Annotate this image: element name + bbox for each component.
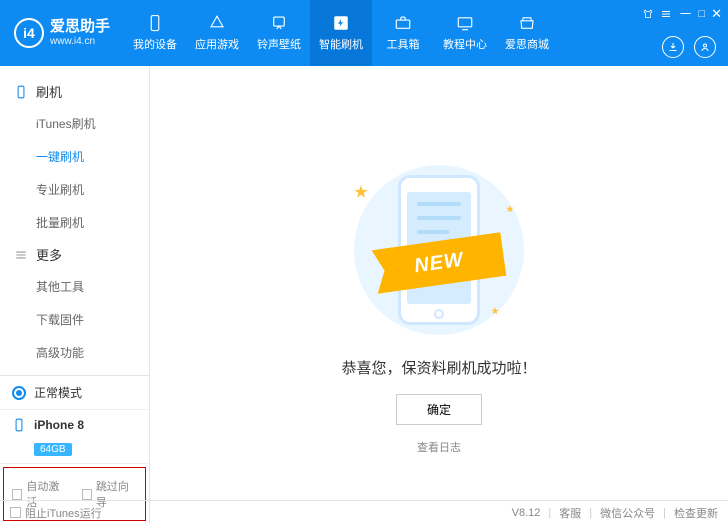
nav-apps[interactable]: 应用游戏 xyxy=(186,0,248,66)
sidebar-item-itunes-flash[interactable]: iTunes刷机 xyxy=(0,107,149,140)
window-controls: － □ ✕ xyxy=(642,4,722,24)
nav-label: 智能刷机 xyxy=(319,36,363,52)
more-icon xyxy=(14,248,28,262)
nav-ringtone[interactable]: 铃声壁纸 xyxy=(248,0,310,66)
nav-label: 铃声壁纸 xyxy=(257,36,301,52)
checkbox-icon xyxy=(12,489,22,500)
device-mode[interactable]: 正常模式 xyxy=(0,376,149,410)
ok-button[interactable]: 确定 xyxy=(396,394,482,425)
mode-label: 正常模式 xyxy=(34,384,82,401)
checkbox-label: 阻止iTunes运行 xyxy=(25,505,102,521)
device-info[interactable]: iPhone 8 64GB xyxy=(0,410,149,464)
ringtone-icon xyxy=(270,14,288,32)
device-icon xyxy=(146,14,164,32)
flash-icon xyxy=(332,14,350,32)
sidebar: 刷机 iTunes刷机 一键刷机 专业刷机 批量刷机 更多 其他工具 下载固件 … xyxy=(0,66,150,524)
sidebar-item-pro-flash[interactable]: 专业刷机 xyxy=(0,173,149,206)
app-header: i4 爱思助手 www.i4.cn 我的设备 应用游戏 铃声壁纸 智能刷机 工具… xyxy=(0,0,728,66)
nav-label: 我的设备 xyxy=(133,36,177,52)
menu-icon[interactable] xyxy=(660,8,672,20)
top-nav: 我的设备 应用游戏 铃声壁纸 智能刷机 工具箱 教程中心 爱思商城 xyxy=(124,0,558,66)
logo: i4 爱思助手 www.i4.cn xyxy=(0,18,124,48)
nav-flash[interactable]: 智能刷机 xyxy=(310,0,372,66)
mode-icon xyxy=(12,386,26,400)
device-name: iPhone 8 xyxy=(34,418,84,432)
logo-icon: i4 xyxy=(14,18,44,48)
checkbox-icon xyxy=(10,507,21,518)
sidebar-group-title: 刷机 xyxy=(36,82,62,101)
nav-tutorial[interactable]: 教程中心 xyxy=(434,0,496,66)
download-button[interactable] xyxy=(662,36,684,58)
app-url: www.i4.cn xyxy=(50,36,110,47)
success-illustration: NEW xyxy=(324,155,554,345)
version-label: V8.12 xyxy=(512,507,541,519)
main-content: NEW 恭喜您，保资料刷机成功啦！ 确定 查看日志 xyxy=(150,66,728,524)
storage-badge: 64GB xyxy=(34,443,72,456)
nav-label: 教程中心 xyxy=(443,36,487,52)
sidebar-item-oneclick-flash[interactable]: 一键刷机 xyxy=(0,140,149,173)
sidebar-item-advanced[interactable]: 高级功能 xyxy=(0,336,149,369)
sidebar-group-title: 更多 xyxy=(36,245,62,264)
view-log-link[interactable]: 查看日志 xyxy=(417,439,461,455)
ribbon-text: NEW xyxy=(413,248,465,278)
user-button[interactable] xyxy=(694,36,716,58)
toolbox-icon xyxy=(394,14,412,32)
skin-icon[interactable] xyxy=(642,8,654,20)
nav-my-device[interactable]: 我的设备 xyxy=(124,0,186,66)
sidebar-item-batch-flash[interactable]: 批量刷机 xyxy=(0,206,149,239)
minimize-button[interactable]: － xyxy=(678,4,692,24)
sidebar-group-more: 更多 xyxy=(0,239,149,270)
device-icon xyxy=(12,418,26,432)
close-button[interactable]: ✕ xyxy=(711,6,722,22)
status-bar: 阻止iTunes运行 V8.12 | 客服 | 微信公众号 | 检查更新 xyxy=(0,500,728,524)
nav-toolbox[interactable]: 工具箱 xyxy=(372,0,434,66)
block-itunes-checkbox[interactable]: 阻止iTunes运行 xyxy=(10,505,102,521)
store-icon xyxy=(518,14,536,32)
apps-icon xyxy=(208,14,226,32)
header-right-buttons xyxy=(662,36,716,58)
check-update-link[interactable]: 检查更新 xyxy=(674,505,718,521)
nav-store[interactable]: 爱思商城 xyxy=(496,0,558,66)
success-message: 恭喜您，保资料刷机成功啦！ xyxy=(341,357,536,378)
support-link[interactable]: 客服 xyxy=(559,505,581,521)
sidebar-group-flash: 刷机 xyxy=(0,76,149,107)
nav-label: 工具箱 xyxy=(387,36,420,52)
app-name: 爱思助手 xyxy=(50,19,110,36)
tutorial-icon xyxy=(456,14,474,32)
checkbox-icon xyxy=(82,489,92,500)
logo-text: 爱思助手 www.i4.cn xyxy=(50,19,110,47)
sidebar-item-download-firmware[interactable]: 下载固件 xyxy=(0,303,149,336)
sidebar-item-other-tools[interactable]: 其他工具 xyxy=(0,270,149,303)
nav-label: 应用游戏 xyxy=(195,36,239,52)
nav-label: 爱思商城 xyxy=(505,36,549,52)
wechat-link[interactable]: 微信公众号 xyxy=(600,505,655,521)
maximize-button[interactable]: □ xyxy=(698,8,705,20)
phone-icon xyxy=(14,85,28,99)
